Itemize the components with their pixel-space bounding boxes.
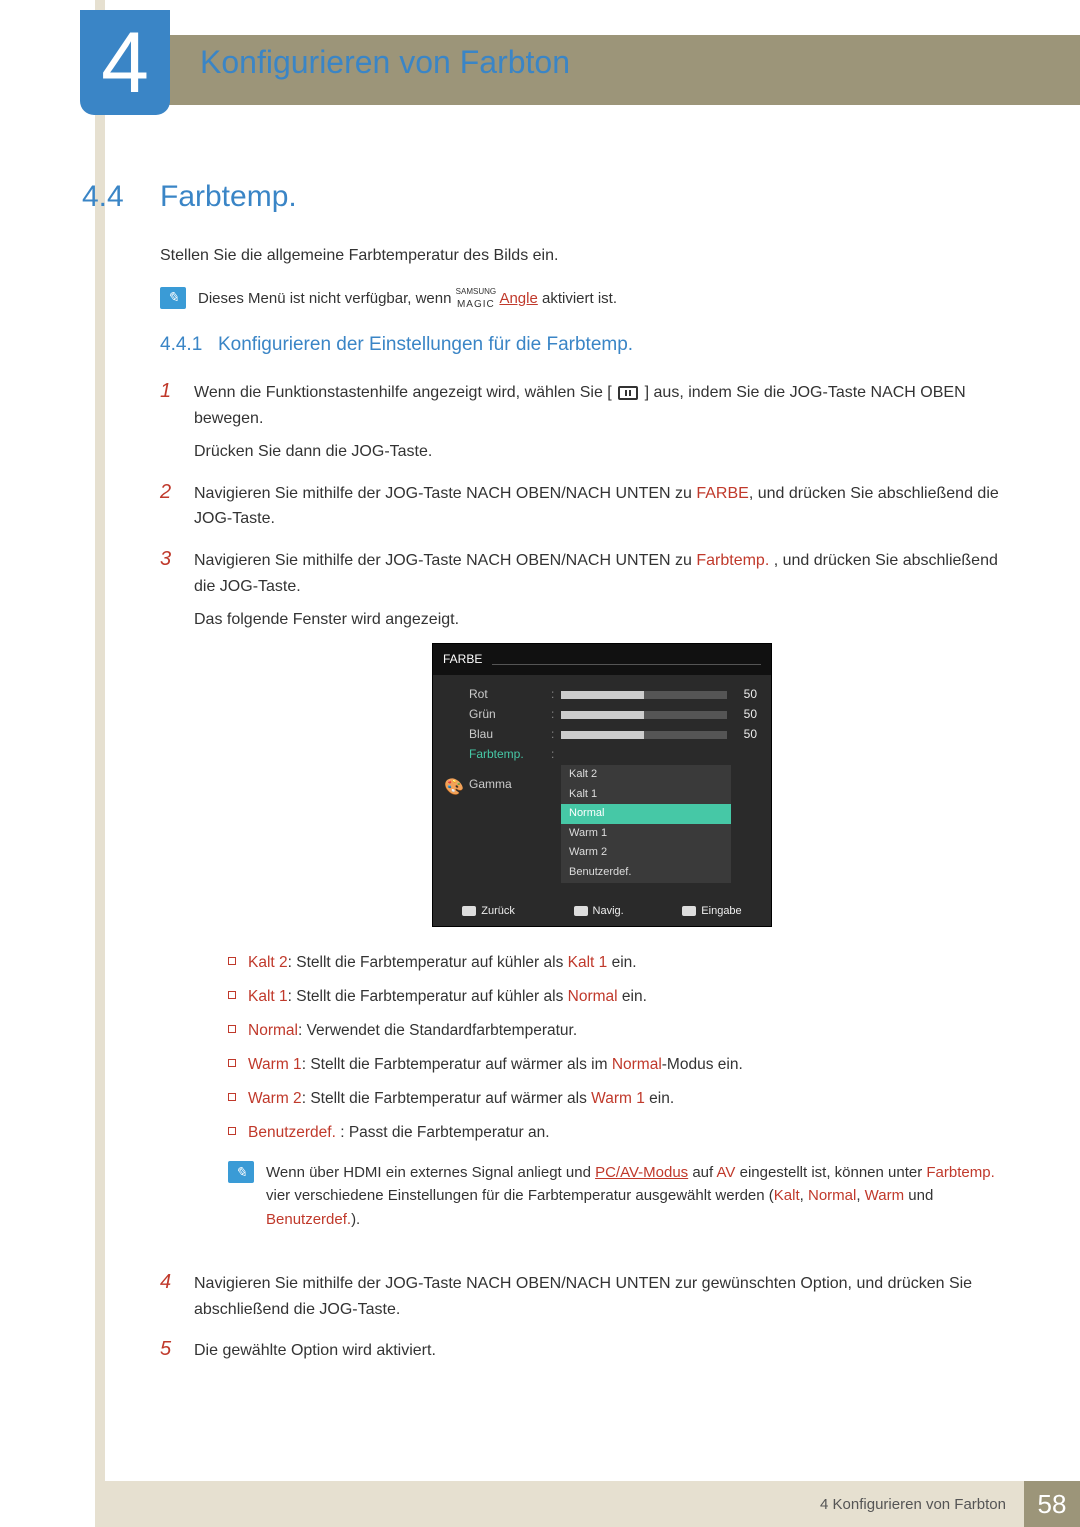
option-benutzerdef: Benutzerdef. : Passt die Farbtemperatur … [248,1121,550,1145]
chapter-badge: 4 [80,10,170,115]
step-1: Wenn die Funktionstastenhilfe angezeigt … [194,380,1010,465]
osd-value: 50 [735,705,757,724]
note-hdmi: ✎ Wenn über HDMI ein externes Signal anl… [228,1161,1010,1231]
osd-row-label: Blau [469,725,551,744]
chapter-title: Konfigurieren von Farbton [200,44,570,81]
osd-title-underline [492,646,761,665]
page-footer: 4 Konfigurieren von Farbton 58 [105,1481,1080,1527]
angle-link[interactable]: Angle [499,290,537,307]
step-3: Navigieren Sie mithilfe der JOG-Taste NA… [194,548,1010,1255]
section-number: 4.4 [0,180,160,214]
osd-value: 50 [735,725,757,744]
step-number: 3 [160,548,194,1255]
bullet-icon [228,991,236,999]
subsection-title: Konfigurieren der Einstellungen für die … [218,334,633,356]
osd-slider[interactable] [561,691,727,699]
option-normal: Normal: Verwendet die Standardfarbtemper… [248,1019,577,1043]
intro-text: Stellen Sie die allgemeine Farbtemperatu… [160,244,1010,269]
step-4: Navigieren Sie mithilfe der JOG-Taste NA… [194,1271,1010,1322]
note1-post: aktiviert ist. [542,290,617,307]
osd-slider[interactable] [561,731,727,739]
note-icon: ✎ [228,1161,254,1183]
osd-back-button[interactable]: Zurück [462,903,515,921]
osd-row-label: Grün [469,705,551,724]
osd-title: FARBE [443,650,482,669]
osd-value: 50 [735,685,757,704]
osd-slider[interactable] [561,711,727,719]
note-icon: ✎ [160,287,186,309]
osd-row-label: Rot [469,685,551,704]
footer-text: 4 Konfigurieren von Farbton [820,1496,1006,1513]
step-5: Die gewählte Option wird aktiviert. [194,1338,1010,1364]
osd-row-label[interactable]: Farbtemp. [469,745,551,764]
content: 4.4 Farbtemp. Stellen Sie die allgemeine… [0,180,1080,1380]
pcav-link[interactable]: PC/AV-Modus [595,1164,688,1181]
bullet-icon [228,957,236,965]
note-availability: ✎ Dieses Menü ist nicht verfügbar, wenn … [160,287,1010,310]
osd-enter-button[interactable]: Eingabe [682,903,741,921]
bullet-icon [228,1093,236,1101]
option-warm2: Warm 2: Stellt die Farbtemperatur auf wä… [248,1087,674,1111]
bullet-icon [228,1059,236,1067]
osd-row-label[interactable]: Gamma [469,775,551,794]
note1-pre: Dieses Menü ist nicht verfügbar, wenn [198,290,456,307]
step-number: 2 [160,481,194,532]
bullet-icon [228,1127,236,1135]
osd-window: FARBE 🎨 Rot : 50 [432,643,772,927]
step-number: 4 [160,1271,194,1322]
option-warm1: Warm 1: Stellt die Farbtemperatur auf wä… [248,1053,743,1077]
subsection-number: 4.4.1 [160,334,218,356]
menu-icon [618,386,638,400]
step-2: Navigieren Sie mithilfe der JOG-Taste NA… [194,481,1010,532]
step-number: 5 [160,1338,194,1364]
step-number: 1 [160,380,194,465]
page-number: 58 [1024,1481,1080,1527]
section-title: Farbtemp. [160,180,297,214]
option-kalt2: Kalt 2: Stellt die Farbtemperatur auf kü… [248,951,637,975]
osd-nav-button[interactable]: Navig. [574,903,624,921]
option-kalt1: Kalt 1: Stellt die Farbtemperatur auf kü… [248,985,647,1009]
chapter-number: 4 [101,20,149,106]
palette-icon: 🎨 [444,775,464,801]
bullet-icon [228,1025,236,1033]
samsung-magic-logo: SAMSUNG MAGIC [456,288,496,309]
